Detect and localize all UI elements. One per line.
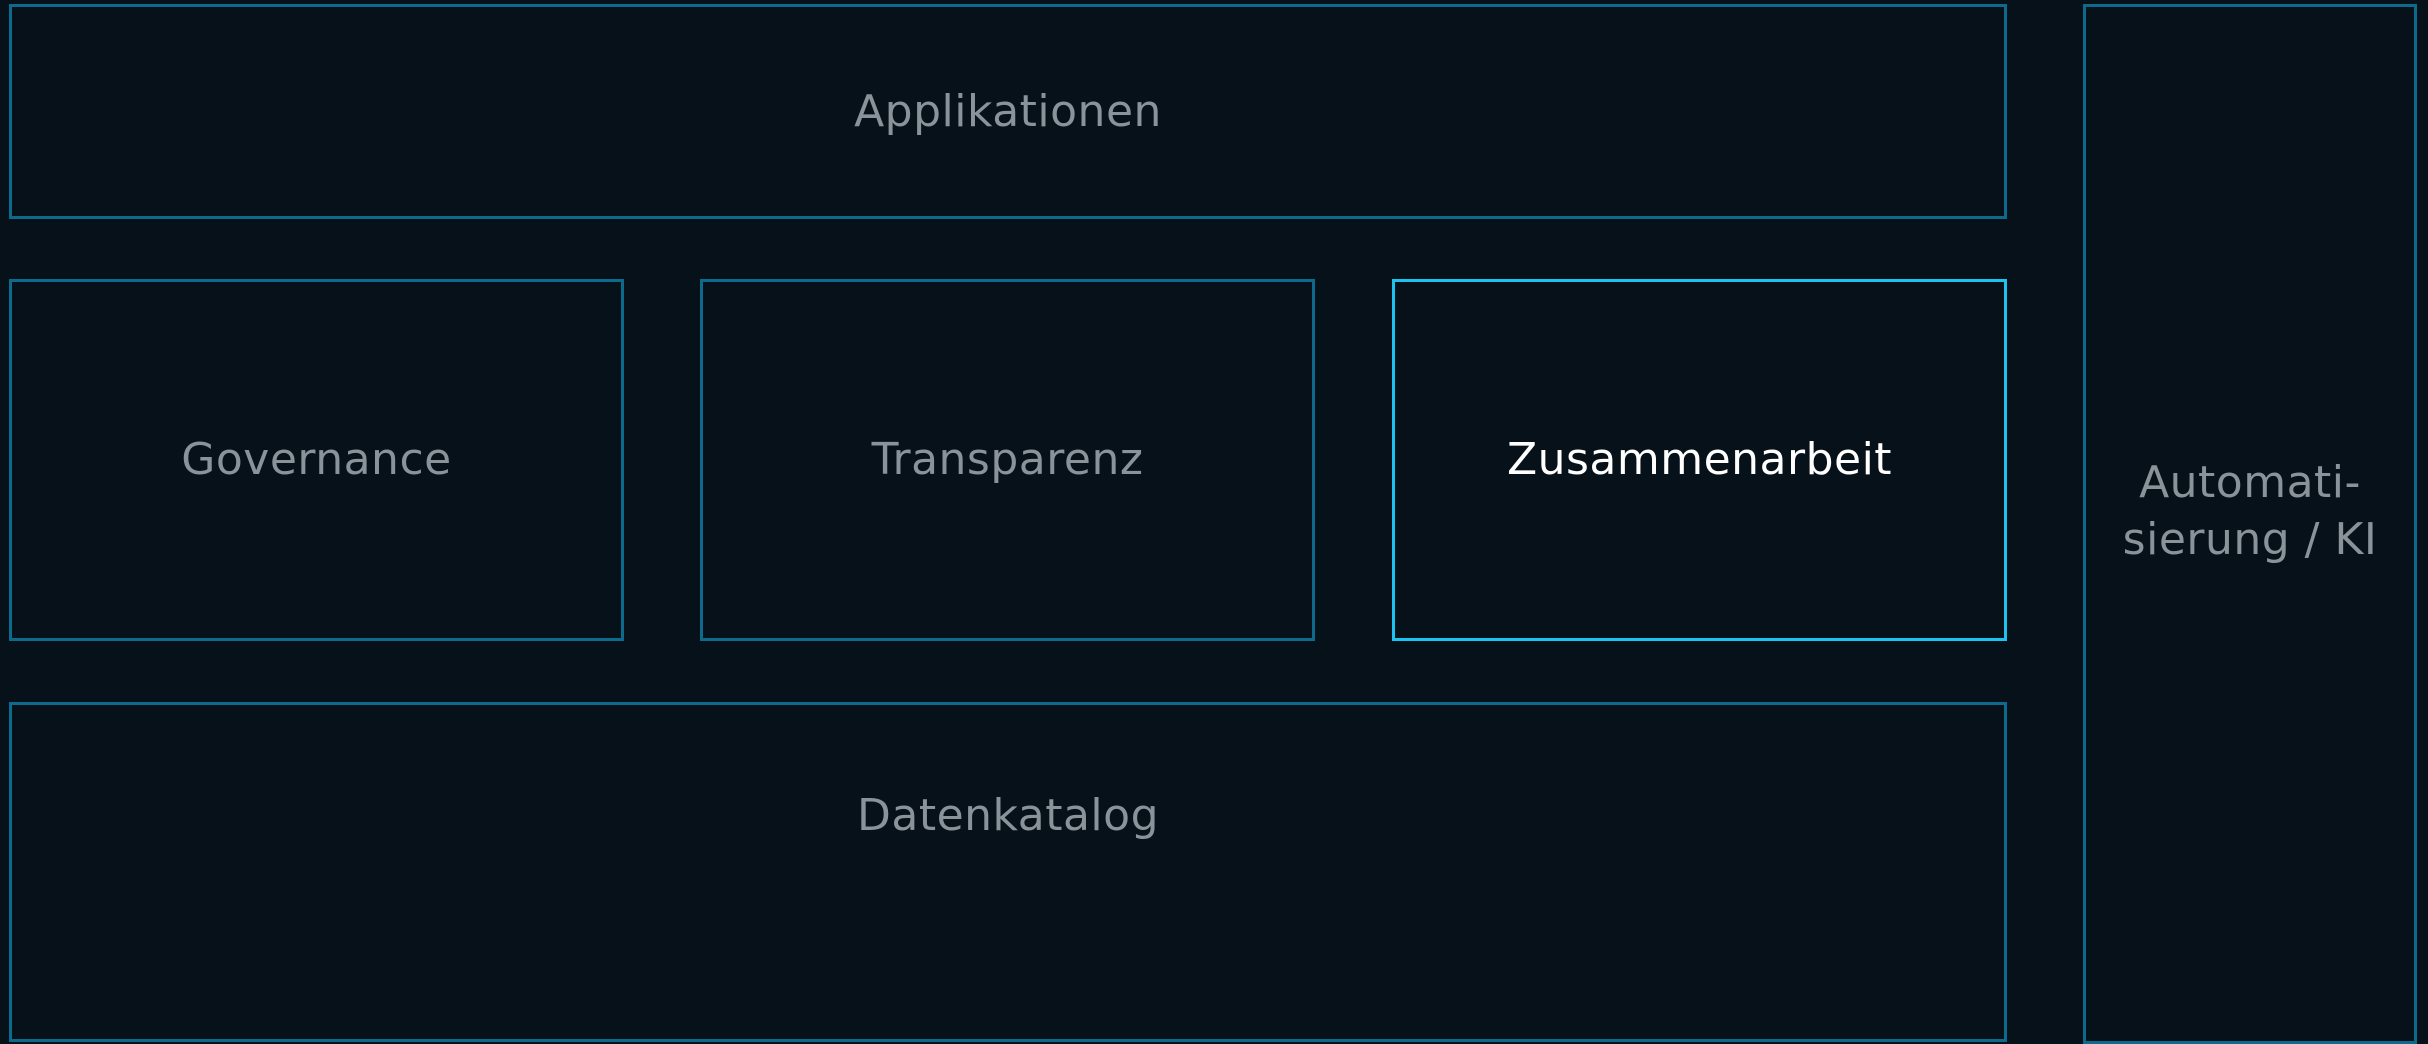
data-catalog-block[interactable]: Datenkatalog xyxy=(9,702,2007,1042)
data-catalog-label: Datenkatalog xyxy=(856,790,1159,842)
collaboration-label: Zusammenarbeit xyxy=(1506,434,1893,486)
applications-label: Applikationen xyxy=(854,85,1162,137)
transparency-label: Transparenz xyxy=(871,434,1144,486)
collaboration-block[interactable]: Zusammenarbeit xyxy=(1392,279,2007,641)
automation-ai-label: Automati- sierung / KI xyxy=(2122,456,2378,565)
governance-block[interactable]: Governance xyxy=(9,279,624,641)
transparency-block[interactable]: Transparenz xyxy=(700,279,1315,641)
governance-label: Governance xyxy=(181,434,452,486)
applications-block[interactable]: Applikationen xyxy=(9,4,2007,219)
automation-ai-block[interactable]: Automati- sierung / KI xyxy=(2083,4,2417,1044)
